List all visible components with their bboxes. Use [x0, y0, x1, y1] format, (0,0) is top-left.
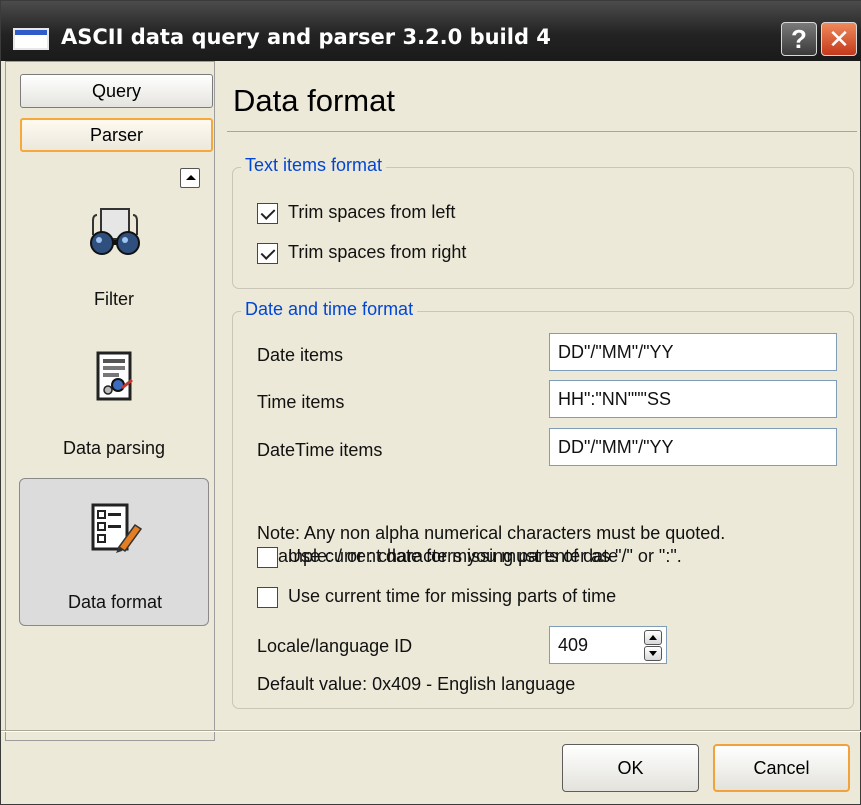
locale-label: Locale/language ID	[257, 636, 413, 656]
spin-down-button[interactable]	[644, 646, 662, 661]
dialog-window: ASCII data query and parser 3.2.0 build …	[0, 0, 861, 805]
locale-value[interactable]: 409	[558, 635, 588, 655]
sidebar-item-data-format[interactable]: Data format	[19, 478, 209, 626]
glasses-icon	[90, 208, 140, 255]
help-button[interactable]: ?	[781, 22, 817, 56]
ok-button[interactable]: OK	[562, 744, 699, 792]
note-line: Note: Any non alpha numerical characters…	[257, 523, 726, 543]
time-items-label: Time items	[257, 392, 345, 412]
date-items-label: Date items	[257, 345, 344, 365]
sidebar-item-label: Filter	[94, 289, 134, 309]
group-caption: Text items format	[241, 155, 387, 176]
checkbox-box[interactable]	[257, 243, 278, 264]
sidebar-item-label: Data format	[67, 592, 163, 612]
locale-spin-input[interactable]: 409	[549, 626, 667, 664]
sidebar: Query Parser Filter Data parsing Data fo…	[5, 61, 215, 741]
format-list-pen-icon	[91, 503, 143, 553]
date-time-format-group: Date and time format Date items DD"/"MM"…	[232, 299, 854, 709]
checkbox-label[interactable]: Use current time for missing parts of ti…	[288, 586, 616, 607]
cancel-button[interactable]: Cancel	[713, 744, 850, 792]
datetime-items-input[interactable]: DD"/"MM"/"YY	[549, 428, 837, 466]
window-title: ASCII data query and parser 3.2.0 build …	[61, 25, 551, 49]
checkbox-box[interactable]	[257, 547, 278, 568]
date-items-input[interactable]: DD"/"MM"/"YY	[549, 333, 837, 371]
title-bar[interactable]: ASCII data query and parser 3.2.0 build …	[1, 1, 861, 61]
datetime-items-label: DateTime items	[257, 440, 383, 460]
app-window-icon	[13, 28, 49, 50]
footer-divider	[1, 730, 861, 732]
checkbox-label[interactable]: Trim spaces from right	[288, 242, 466, 263]
tab-parser[interactable]: Parser	[20, 118, 213, 152]
text-format-group: Text items format Trim spaces from left …	[232, 155, 854, 289]
sidebar-item-data-parsing[interactable]: Data parsing	[19, 342, 209, 467]
default-value-note: Default value: 0x409 - English language	[257, 674, 576, 694]
sidebar-item-filter[interactable]: Filter	[19, 197, 209, 322]
page-title: Data format	[233, 83, 395, 118]
time-items-input[interactable]: HH":"NN"""SS	[549, 380, 837, 418]
tab-query[interactable]: Query	[20, 74, 213, 108]
close-button[interactable]: ✕	[821, 22, 857, 56]
sidebar-item-label: Data parsing	[62, 438, 166, 458]
spin-up-button[interactable]	[644, 630, 662, 645]
parsing-document-icon	[96, 351, 133, 401]
checkbox-box[interactable]	[257, 587, 278, 608]
title-divider	[227, 131, 857, 132]
group-caption: Date and time format	[241, 299, 418, 320]
checkbox-box[interactable]	[257, 203, 278, 224]
checkbox-label[interactable]: Use current date for missing parts of da…	[288, 546, 618, 567]
checkbox-label[interactable]: Trim spaces from left	[288, 202, 455, 223]
scroll-up-button[interactable]	[180, 168, 200, 188]
